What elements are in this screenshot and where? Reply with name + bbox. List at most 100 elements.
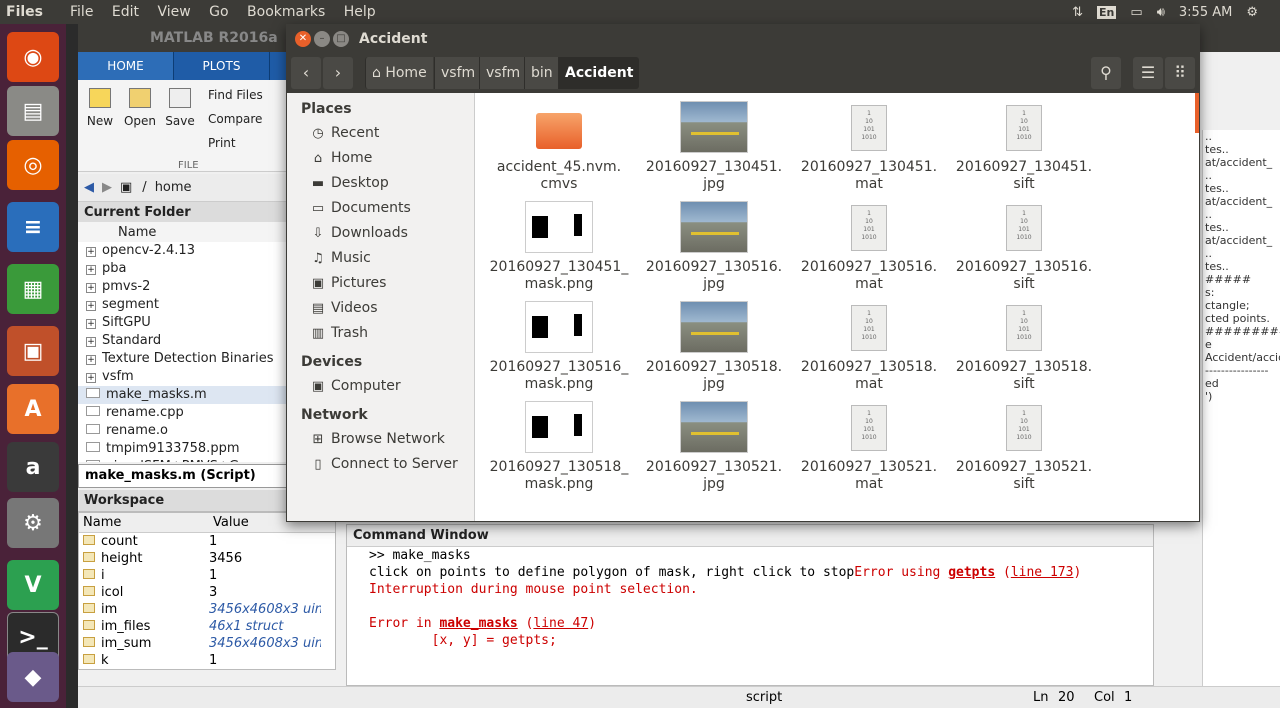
tab-home[interactable]: HOME — [78, 52, 174, 80]
tab-plots[interactable]: PLOTS — [174, 52, 270, 80]
clock[interactable]: 3:55 AM — [1179, 5, 1232, 20]
path-root[interactable]: / — [142, 180, 146, 195]
find-files-button[interactable]: Find Files — [208, 88, 263, 102]
crumb-bin[interactable]: bin — [524, 57, 559, 89]
amazon-icon[interactable]: a — [7, 442, 59, 492]
sidebar-item-documents[interactable]: ▭ Documents — [287, 196, 474, 221]
menu-view[interactable]: View — [157, 4, 190, 20]
workspace-row[interactable]: im 3456x4608x3 uin — [79, 601, 335, 618]
sidebar-item-trash[interactable]: ▥ Trash — [287, 321, 474, 346]
save-button[interactable]: Save — [160, 88, 200, 128]
open-button[interactable]: Open — [120, 88, 160, 128]
menu-edit[interactable]: Edit — [112, 4, 139, 20]
tree-row[interactable]: rename.o — [78, 422, 288, 440]
tree-row[interactable]: + SiftGPU — [78, 314, 288, 332]
crumb-accident[interactable]: Accident — [558, 57, 640, 89]
workspace-row[interactable]: im_sum 3456x4608x3 uin — [79, 635, 335, 652]
search-button[interactable]: ⚲ — [1091, 57, 1121, 89]
sidebar-item-computer[interactable]: ▣ Computer — [287, 374, 474, 399]
file-item[interactable]: 1 10 101 1010 20160927_130518. sift — [954, 301, 1094, 393]
command-window[interactable]: Command Window >> make_masks click on po… — [346, 524, 1154, 686]
tree-row[interactable]: + Texture Detection Binaries — [78, 350, 288, 368]
ws-col-name[interactable]: Name — [79, 513, 209, 532]
error-line-link[interactable]: line 47 — [533, 616, 588, 631]
crumb-vsfm[interactable]: vsfm — [434, 57, 482, 89]
sidebar-item-connect-to-server[interactable]: ▯ Connect to Server — [287, 452, 474, 477]
sidebar-item-videos[interactable]: ▤ Videos — [287, 296, 474, 321]
workspace-row[interactable]: k1 — [79, 652, 335, 669]
file-item[interactable]: 1 10 101 1010 20160927_130451. mat — [799, 101, 939, 193]
tree-row[interactable]: make_masks.m — [78, 386, 288, 404]
tree-row[interactable]: + Standard — [78, 332, 288, 350]
file-item[interactable]: 1 10 101 1010 20160927_130521. mat — [799, 401, 939, 493]
tree-row[interactable]: + pmvs-2 — [78, 278, 288, 296]
crumb-vsfm-2[interactable]: vsfm — [479, 57, 527, 89]
file-item[interactable]: 20160927_130516_ mask.png — [489, 301, 629, 393]
file-item[interactable]: 20160927_130518. jpg — [644, 301, 784, 393]
ws-col-value[interactable]: Value — [209, 513, 253, 532]
settings-icon[interactable]: ⚙ — [7, 498, 59, 548]
sidebar-item-browse-network[interactable]: ⊞ Browse Network — [287, 427, 474, 452]
maximize-icon[interactable]: □ — [333, 31, 349, 47]
file-item[interactable]: 20160927_130516. jpg — [644, 201, 784, 293]
sidebar-item-home[interactable]: ⌂ Home — [287, 146, 474, 171]
file-item[interactable]: 1 10 101 1010 20160927_130516. mat — [799, 201, 939, 293]
print-button[interactable]: Print — [208, 136, 236, 150]
crumb-home[interactable]: ⌂ Home — [365, 57, 433, 89]
back-button[interactable]: ‹ — [291, 57, 321, 89]
calc-icon[interactable]: ▦ — [7, 264, 59, 314]
impress-icon[interactable]: ▣ — [7, 326, 59, 376]
tree-row[interactable]: + segment — [78, 296, 288, 314]
menu-help[interactable]: Help — [344, 4, 376, 20]
back-icon[interactable]: ◀ — [84, 180, 94, 195]
volume-icon[interactable]: 🔊︎ — [1157, 5, 1165, 20]
tree-row[interactable]: + pba — [78, 260, 288, 278]
compare-button[interactable]: Compare — [208, 112, 262, 126]
list-view-button[interactable]: ☰ — [1133, 57, 1163, 89]
tree-row[interactable]: visualSFM+PMVS+Geome — [78, 458, 288, 462]
workspace-row[interactable]: height 3456 — [79, 550, 335, 567]
file-item[interactable]: 1 10 101 1010 20160927_130516. sift — [954, 201, 1094, 293]
folder-up-icon[interactable]: ▣ — [120, 180, 132, 195]
battery-icon[interactable]: ▭ — [1130, 5, 1142, 20]
error-line-link[interactable]: line 173 — [1011, 565, 1074, 580]
workspace-row[interactable]: icol 3 — [79, 584, 335, 601]
menu-go[interactable]: Go — [209, 4, 228, 20]
scrollbar[interactable] — [1195, 93, 1199, 133]
keyboard-layout[interactable]: En — [1097, 5, 1117, 19]
menu-file[interactable]: File — [70, 4, 93, 20]
files-icon[interactable]: ▤ — [7, 86, 59, 136]
tree-row[interactable]: + vsfm — [78, 368, 288, 386]
sidebar-item-music[interactable]: ♫ Music — [287, 246, 474, 271]
error-link[interactable]: getpts — [948, 565, 995, 580]
transfer-icon[interactable]: ⇅ — [1072, 5, 1083, 20]
expand-icon[interactable]: + — [86, 355, 96, 365]
minimize-icon[interactable]: – — [314, 31, 330, 47]
file-item[interactable]: 20160927_130521. jpg — [644, 401, 784, 493]
sidebar-item-desktop[interactable]: ▬ Desktop — [287, 171, 474, 196]
gear-icon[interactable]: ⚙ — [1246, 5, 1258, 20]
sfm-icon[interactable]: V — [7, 560, 59, 610]
file-item[interactable]: 1 10 101 1010 20160927_130518. mat — [799, 301, 939, 393]
workspace-row[interactable]: im_files 46x1 struct — [79, 618, 335, 635]
expand-icon[interactable]: + — [86, 247, 96, 257]
tree-row[interactable]: + opencv-2.4.13 — [78, 242, 288, 260]
file-item[interactable]: 1 10 101 1010 20160927_130521. sift — [954, 401, 1094, 493]
expand-icon[interactable]: + — [86, 373, 96, 383]
expand-icon[interactable]: + — [86, 301, 96, 311]
firefox-icon[interactable]: ◎ — [7, 140, 59, 190]
workspace-row[interactable]: i1 — [79, 567, 335, 584]
forward-button[interactable]: › — [323, 57, 353, 89]
sidebar-item-recent[interactable]: ◷ Recent — [287, 121, 474, 146]
new-button[interactable]: New — [80, 88, 120, 128]
sidebar-item-pictures[interactable]: ▣ Pictures — [287, 271, 474, 296]
workspace-row[interactable]: count 1 — [79, 533, 335, 550]
editor-tab[interactable]: make_masks.m (Script) — [78, 464, 288, 488]
close-icon[interactable]: ✕ — [295, 31, 311, 47]
tree-row[interactable]: rename.cpp — [78, 404, 288, 422]
menu-bookmarks[interactable]: Bookmarks — [247, 4, 325, 20]
expand-icon[interactable]: + — [86, 319, 96, 329]
expand-icon[interactable]: + — [86, 265, 96, 275]
sidebar-item-downloads[interactable]: ⇩ Downloads — [287, 221, 474, 246]
file-item[interactable]: 20160927_130518_ mask.png — [489, 401, 629, 493]
